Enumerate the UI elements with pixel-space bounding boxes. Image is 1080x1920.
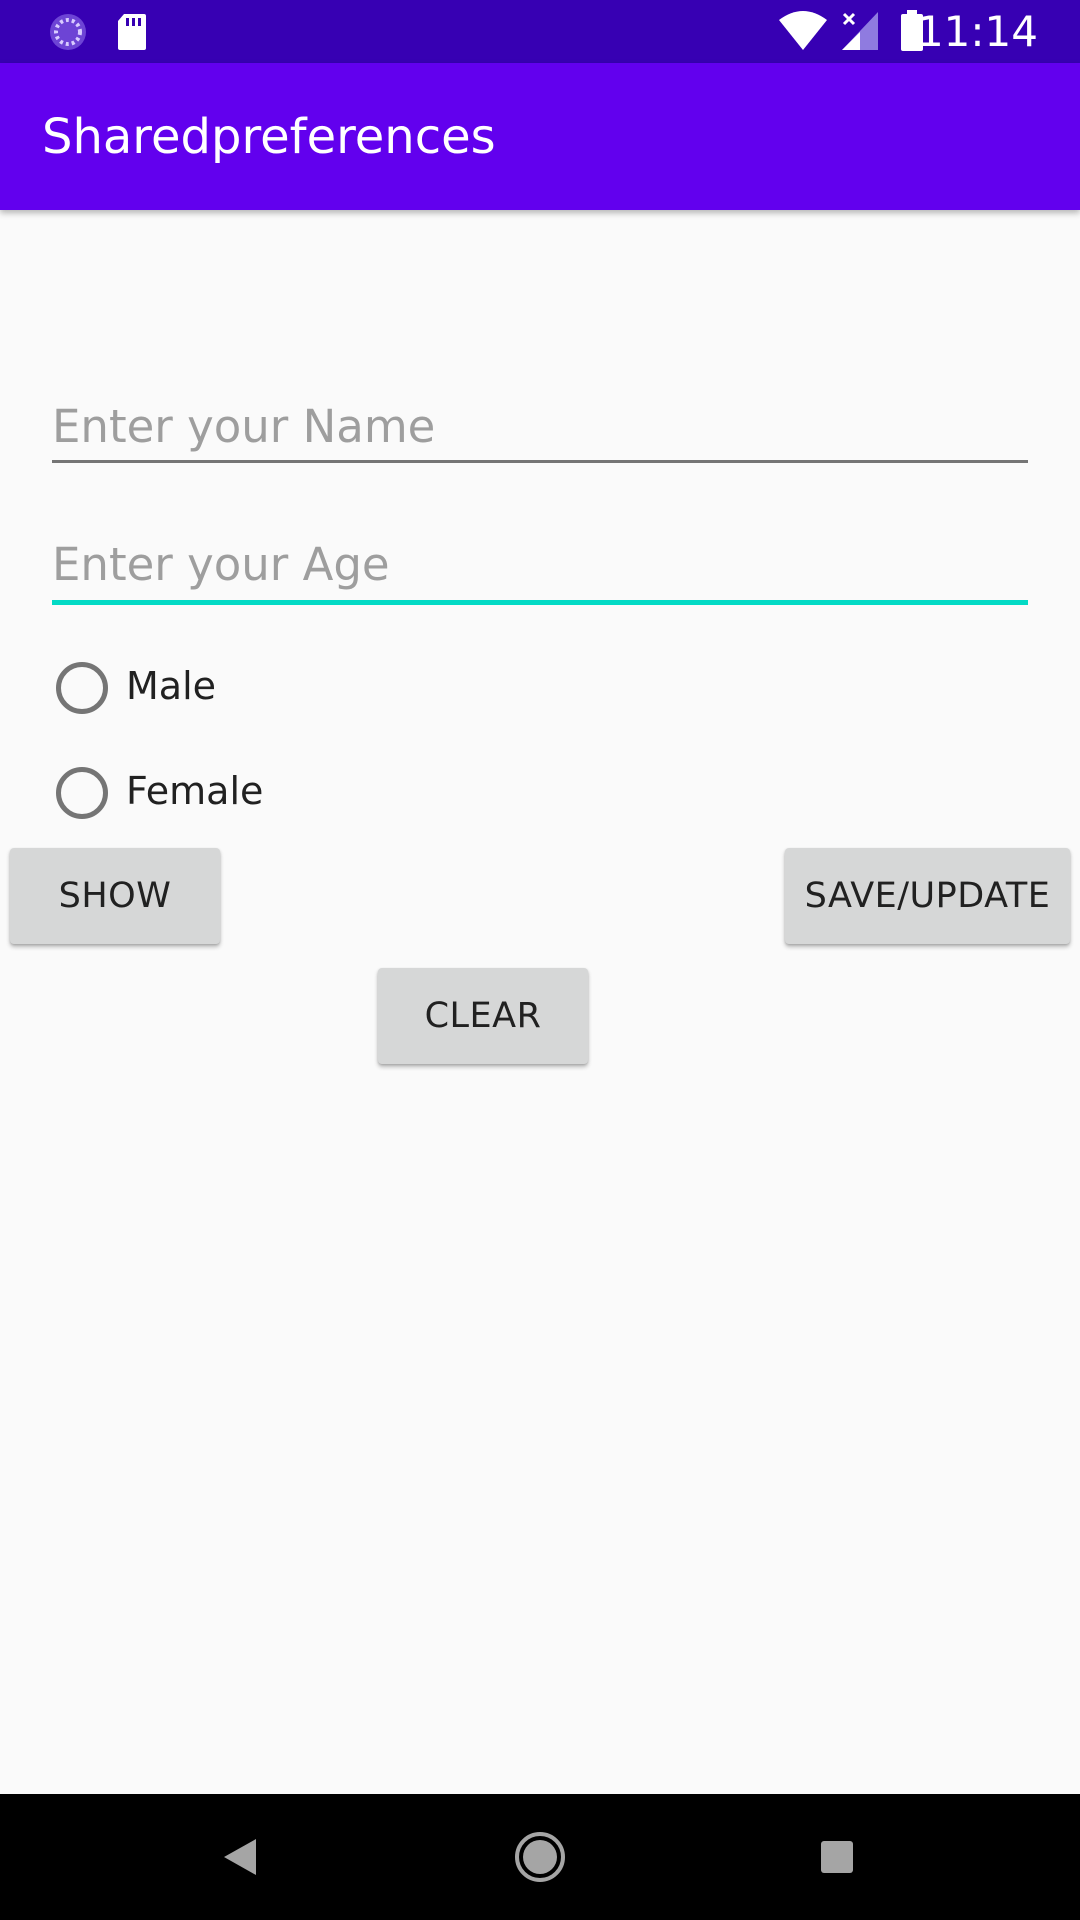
age-field-underline — [52, 600, 1028, 605]
show-button[interactable]: SHOW — [10, 848, 220, 944]
radio-label-male[interactable]: Male — [126, 662, 216, 710]
app-bar: Sharedpreferences — [0, 63, 1080, 210]
wifi-icon — [778, 10, 828, 56]
age-input[interactable] — [52, 528, 1028, 600]
home-icon[interactable] — [514, 1831, 566, 1887]
radio-label-female[interactable]: Female — [126, 767, 263, 815]
back-icon[interactable] — [222, 1837, 258, 1881]
name-field-underline — [52, 460, 1028, 463]
status-time: 11:14 — [916, 7, 1038, 56]
radio-button-female[interactable] — [56, 767, 108, 819]
name-input[interactable] — [52, 390, 1028, 462]
cellular-no-signal-icon — [840, 10, 880, 56]
clear-button[interactable]: CLEAR — [378, 968, 588, 1064]
navigation-bar — [0, 1794, 1080, 1920]
recents-icon[interactable] — [820, 1840, 854, 1878]
loading-circle-icon — [48, 12, 88, 56]
sd-card-icon — [116, 12, 148, 56]
age-field[interactable] — [52, 528, 1028, 608]
save-update-button[interactable]: SAVE/UPDATE — [785, 848, 1070, 944]
screen: 11:14 Sharedpreferences Male Female SHOW… — [0, 0, 1080, 1920]
radio-button-male[interactable] — [56, 662, 108, 714]
status-bar: 11:14 — [0, 0, 1080, 63]
app-title: Sharedpreferences — [42, 109, 496, 165]
name-field[interactable] — [52, 390, 1028, 470]
